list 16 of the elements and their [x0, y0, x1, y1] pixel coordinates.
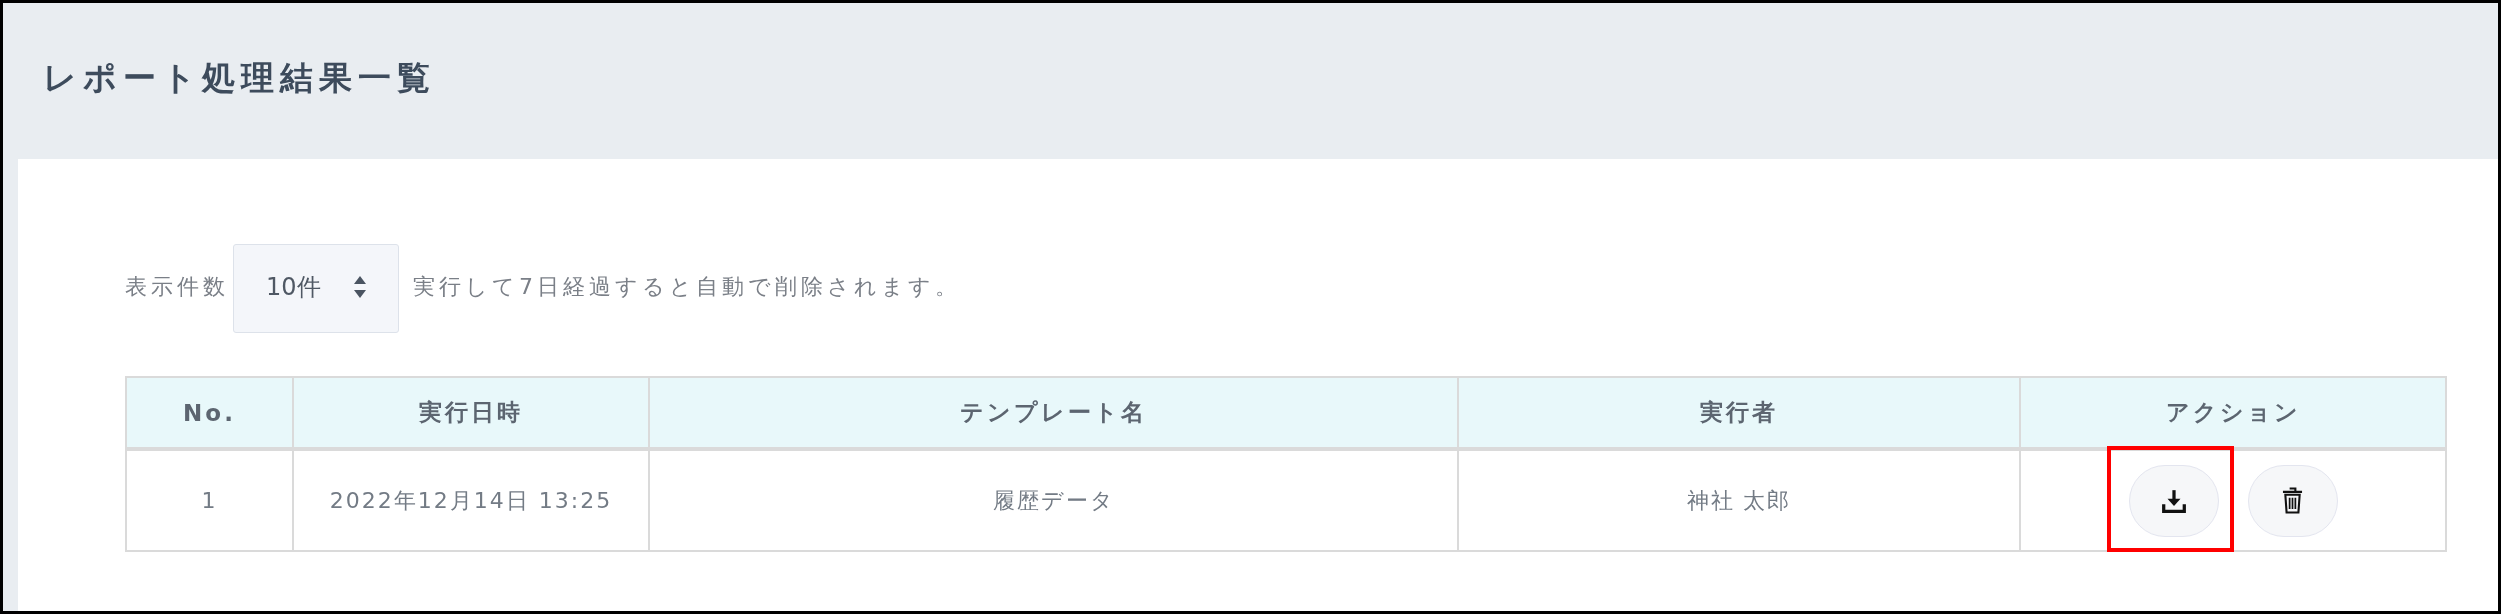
execution-datetime: 2022年12月14日 13:25	[293, 449, 649, 551]
column-header: 実行日時	[293, 377, 649, 449]
row-number: 1	[126, 449, 293, 551]
page-size-label: 表示件数	[125, 272, 229, 301]
template-name: 履歴データ	[649, 449, 1458, 551]
auto-delete-notice: 実行して7日経過すると自動で削除されます。	[413, 272, 961, 301]
column-header: テンプレート名	[649, 377, 1458, 449]
page-title: レポート処理結果一覧	[43, 56, 436, 99]
column-header: アクション	[2020, 377, 2446, 449]
download-icon	[2160, 487, 2187, 514]
trash-icon	[2282, 487, 2303, 514]
column-header: 実行者	[1458, 377, 2020, 449]
executor-name: 神社 太郎	[1458, 449, 2020, 551]
page-size-select[interactable]: 10件	[233, 244, 399, 333]
column-header: No.	[126, 377, 293, 449]
sort-arrows-icon	[354, 275, 366, 298]
